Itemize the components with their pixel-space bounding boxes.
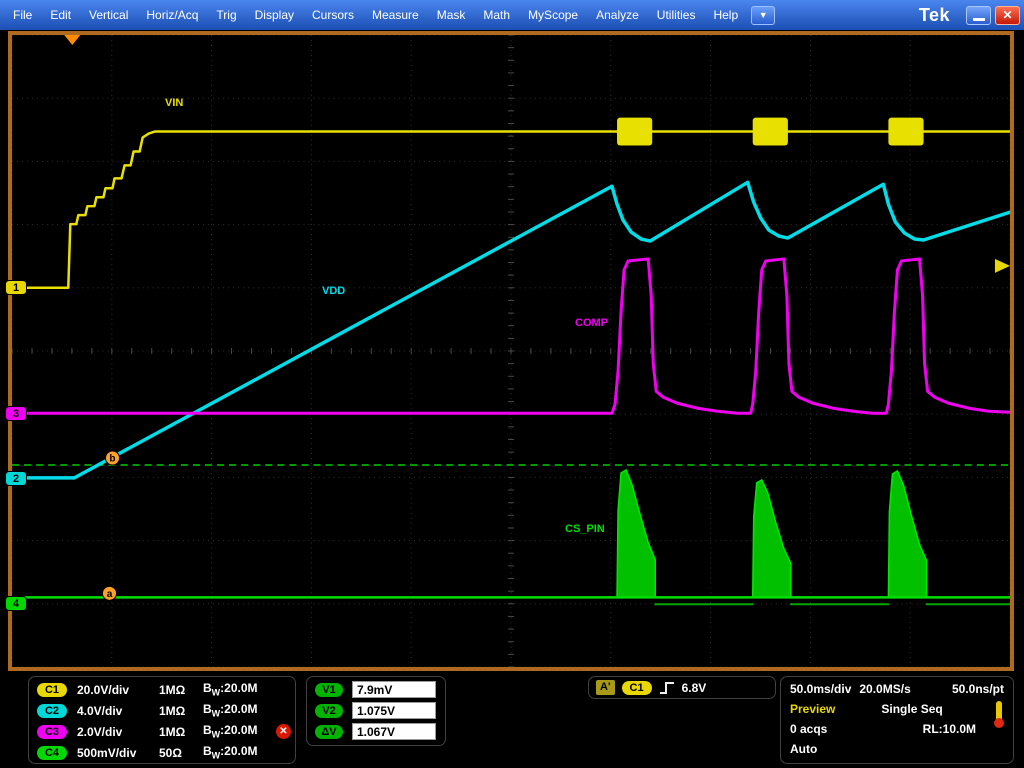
- close-button[interactable]: ✕: [995, 6, 1020, 25]
- cursor-dv-value: 1.067V: [352, 723, 436, 740]
- menu-cursors[interactable]: Cursors: [303, 0, 363, 30]
- menu-bar: File Edit Vertical Horiz/Acq Trig Displa…: [0, 0, 1024, 30]
- acq-mode-row: Preview Single Seq: [781, 699, 1013, 719]
- trigger-readout-panel: A' C1 6.8V: [588, 676, 776, 699]
- channel2-bandwidth: BW:20.0M: [203, 702, 258, 718]
- sample-rate: 20.0MS/s: [859, 682, 910, 696]
- tek-logo: Tek: [919, 5, 950, 26]
- channel4-bandwidth: BW:20.0M: [203, 744, 258, 760]
- menu-math[interactable]: Math: [474, 0, 519, 30]
- channel1-bandwidth: BW:20.0M: [203, 681, 258, 697]
- trigger-mode: Auto: [790, 742, 817, 756]
- channel3-scale: 2.0V/div: [77, 725, 159, 739]
- graticule-canvas: ba: [12, 35, 1010, 667]
- channel1-scale: 20.0V/div: [77, 683, 159, 697]
- temperature-icon: [994, 701, 1004, 731]
- trigger-level-value: 6.8V: [682, 681, 707, 695]
- channel3-off-icon[interactable]: ✕: [276, 724, 291, 739]
- menu-file[interactable]: File: [4, 0, 41, 30]
- minimize-button[interactable]: [966, 6, 991, 25]
- single-seq-status: Single Seq: [881, 702, 942, 716]
- preview-status: Preview: [790, 702, 835, 716]
- channel-readouts-panel: C1 20.0V/div 1MΩ BW:20.0M C2 4.0V/div 1M…: [28, 676, 296, 764]
- channel3-position-marker[interactable]: 3: [5, 406, 27, 421]
- menu-analyze[interactable]: Analyze: [587, 0, 648, 30]
- channel3-readout-row: C3 2.0V/div 1MΩ BW:20.0M ✕: [29, 721, 295, 742]
- oscilloscope-screen: File Edit Vertical Horiz/Acq Trig Displa…: [0, 0, 1024, 768]
- trig-mode-row: Auto: [781, 739, 1013, 759]
- channel2-badge[interactable]: C2: [37, 704, 67, 718]
- channel4-scale: 500mV/div: [77, 746, 159, 760]
- channel1-badge[interactable]: C1: [37, 683, 67, 697]
- trace-label-comp: COMP: [575, 317, 608, 329]
- menu-myscope[interactable]: MyScope: [519, 0, 587, 30]
- acq-count-row: 0 acqs RL:10.0M: [781, 719, 1013, 739]
- acq-count: 0 acqs: [790, 722, 827, 736]
- cursor-dv-badge: ΔV: [315, 725, 343, 739]
- timebase-row: 50.0ms/div 20.0MS/s 50.0ns/pt: [781, 679, 1013, 699]
- record-length: RL:10.0M: [923, 722, 976, 736]
- readout-bar: C1 20.0V/div 1MΩ BW:20.0M C2 4.0V/div 1M…: [0, 671, 1024, 768]
- channel2-position-marker[interactable]: 2: [5, 471, 27, 486]
- cursor-v2-row: V2 1.075V: [307, 700, 445, 721]
- menu-mask[interactable]: Mask: [428, 0, 475, 30]
- cursor-v1-value: 7.9mV: [352, 681, 436, 698]
- sample-resolution: 50.0ns/pt: [952, 682, 1004, 696]
- timebase-scale: 50.0ms/div: [790, 682, 851, 696]
- cursor-readouts-panel: V1 7.9mV V2 1.075V ΔV 1.067V: [306, 676, 446, 746]
- cursor-v2-badge: V2: [315, 704, 343, 718]
- channel4-impedance: 50Ω: [159, 746, 203, 760]
- menu-dropdown-button[interactable]: ▼: [751, 6, 775, 25]
- rising-edge-icon: [659, 681, 675, 695]
- cursor-v2-value: 1.075V: [352, 702, 436, 719]
- svg-text:a: a: [107, 589, 113, 600]
- channel1-readout-row: C1 20.0V/div 1MΩ BW:20.0M: [29, 679, 295, 700]
- svg-text:b: b: [109, 454, 115, 465]
- channel2-scale: 4.0V/div: [77, 704, 159, 718]
- trigger-source-badge[interactable]: C1: [622, 681, 652, 695]
- channel3-badge[interactable]: C3: [37, 725, 67, 739]
- trigger-a-badge: A': [596, 680, 615, 695]
- cursor-dv-row: ΔV 1.067V: [307, 721, 445, 742]
- menu-utilities[interactable]: Utilities: [648, 0, 705, 30]
- channel3-impedance: 1MΩ: [159, 725, 203, 739]
- trace-label-cs-pin: CS_PIN: [565, 523, 605, 535]
- waveform-display: ba VIN VDD COMP CS_PIN 1 3 2 4: [8, 31, 1014, 671]
- horizontal-readouts-panel: 50.0ms/div 20.0MS/s 50.0ns/pt Preview Si…: [780, 676, 1014, 764]
- menu-display[interactable]: Display: [246, 0, 303, 30]
- menu-help[interactable]: Help: [704, 0, 747, 30]
- menu-horiz-acq[interactable]: Horiz/Acq: [137, 0, 207, 30]
- channel2-impedance: 1MΩ: [159, 704, 203, 718]
- channel3-bandwidth: BW:20.0M: [203, 723, 258, 739]
- channel4-position-marker[interactable]: 4: [5, 596, 27, 611]
- channel4-readout-row: C4 500mV/div 50Ω BW:20.0M: [29, 742, 295, 763]
- cursor-v1-badge: V1: [315, 683, 343, 697]
- channel2-readout-row: C2 4.0V/div 1MΩ BW:20.0M: [29, 700, 295, 721]
- trace-label-vin: VIN: [165, 97, 183, 109]
- menu-trig[interactable]: Trig: [207, 0, 245, 30]
- menu-measure[interactable]: Measure: [363, 0, 428, 30]
- menu-edit[interactable]: Edit: [41, 0, 80, 30]
- channel4-badge[interactable]: C4: [37, 746, 67, 760]
- channel1-position-marker[interactable]: 1: [5, 280, 27, 295]
- cursor-v1-row: V1 7.9mV: [307, 679, 445, 700]
- chevron-down-icon: ▼: [759, 10, 768, 20]
- menu-vertical[interactable]: Vertical: [80, 0, 137, 30]
- trace-label-vdd: VDD: [322, 285, 345, 297]
- channel1-impedance: 1MΩ: [159, 683, 203, 697]
